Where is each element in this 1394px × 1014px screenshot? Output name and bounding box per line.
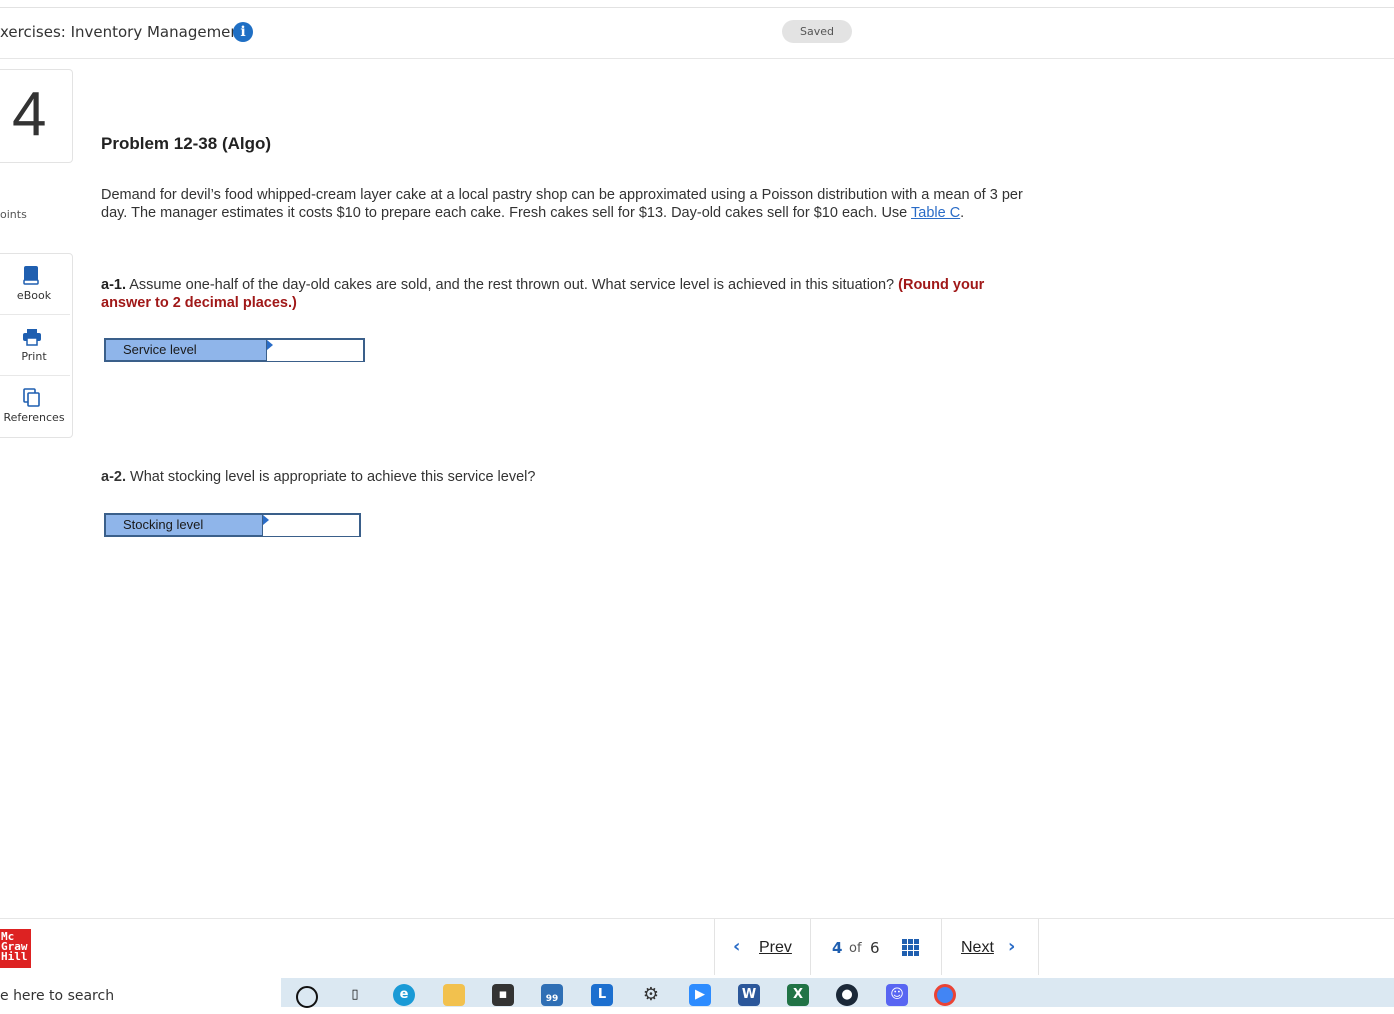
points-label: oints	[0, 208, 27, 221]
print-button[interactable]: Print	[0, 315, 70, 376]
question-a1-label: a-1.	[101, 277, 126, 293]
next-label: Next	[961, 939, 994, 956]
service-level-label: Service level	[106, 340, 267, 360]
taskbar-search-text: e here to search	[0, 988, 115, 1004]
assignment-title: xercises: Inventory Management	[0, 23, 246, 41]
stocking-level-answer-row: Stocking level	[104, 513, 361, 537]
service-level-input[interactable]	[267, 340, 363, 361]
tools-panel: eBook Print References	[0, 253, 73, 438]
stocking-level-input[interactable]	[263, 515, 359, 536]
book-icon	[23, 266, 39, 285]
table-c-link[interactable]: Table C	[911, 205, 960, 221]
edge-icon[interactable]: e	[393, 984, 415, 1006]
discord-icon[interactable]: ☺	[886, 984, 908, 1006]
browser-top-edge	[0, 0, 1394, 8]
assignment-footer	[0, 918, 1394, 979]
zoom-icon[interactable]: ▶	[689, 984, 711, 1006]
ebook-button[interactable]: eBook	[0, 254, 70, 315]
task-view-icon[interactable]: ▯	[344, 984, 366, 1006]
steam-icon[interactable]: ●	[836, 984, 858, 1006]
page-indicator: 4 of 6	[810, 919, 941, 975]
question-number: 4	[12, 80, 47, 149]
grid-icon[interactable]	[902, 939, 919, 956]
mail-icon[interactable]: 99	[541, 984, 563, 1006]
mcgraw-hill-logo: Mc Graw Hill	[0, 929, 31, 968]
question-a1: a-1. Assume one-half of the day-old cake…	[101, 276, 1031, 312]
question-a2: a-2. What stocking level is appropriate …	[101, 469, 535, 485]
lockdown-browser-icon[interactable]: L	[591, 984, 613, 1006]
logo-line-3: Hill	[1, 950, 28, 963]
store-icon[interactable]: ▪	[492, 984, 514, 1006]
excel-icon[interactable]: X	[787, 984, 809, 1006]
chrome-icon[interactable]	[934, 984, 956, 1006]
saved-status-badge: Saved	[782, 20, 852, 43]
page-of-label: of	[849, 941, 862, 956]
prev-button[interactable]: ‹ Prev	[714, 919, 810, 975]
file-explorer-icon[interactable]	[443, 984, 465, 1006]
mail-badge: 99	[545, 994, 559, 1004]
flag-marker-icon	[263, 515, 269, 525]
service-level-answer-row: Service level	[104, 338, 365, 362]
references-button[interactable]: References	[0, 376, 70, 436]
total-pages: 6	[870, 939, 880, 957]
settings-gear-icon[interactable]: ⚙	[640, 984, 662, 1006]
next-button[interactable]: Next ›	[941, 919, 1039, 975]
flag-marker-icon	[267, 340, 273, 350]
stocking-level-label: Stocking level	[106, 515, 263, 535]
copy-icon	[23, 388, 40, 407]
prev-label: Prev	[759, 939, 792, 956]
references-label: References	[3, 411, 65, 424]
problem-text-end: .	[960, 205, 965, 221]
word-icon[interactable]: W	[738, 984, 760, 1006]
problem-statement: Demand for devil’s food whipped-cream la…	[101, 186, 1051, 222]
question-a2-label: a-2.	[101, 469, 126, 485]
problem-title: Problem 12-38 (Algo)	[101, 134, 272, 153]
info-icon[interactable]: i	[233, 22, 253, 42]
taskbar-search-box[interactable]: e here to search	[0, 978, 281, 1007]
cortana-icon[interactable]	[296, 986, 318, 1008]
ebook-label: eBook	[16, 289, 52, 302]
chevron-right-icon: ›	[1008, 936, 1016, 957]
problem-text: Demand for devil’s food whipped-cream la…	[101, 187, 1023, 221]
question-a2-text: What stocking level is appropriate to ac…	[126, 469, 536, 485]
question-a1-text: Assume one-half of the day-old cakes are…	[126, 277, 899, 293]
print-label: Print	[21, 350, 47, 363]
chevron-left-icon: ‹	[733, 936, 741, 957]
current-page: 4	[832, 939, 843, 957]
printer-icon	[23, 329, 41, 346]
